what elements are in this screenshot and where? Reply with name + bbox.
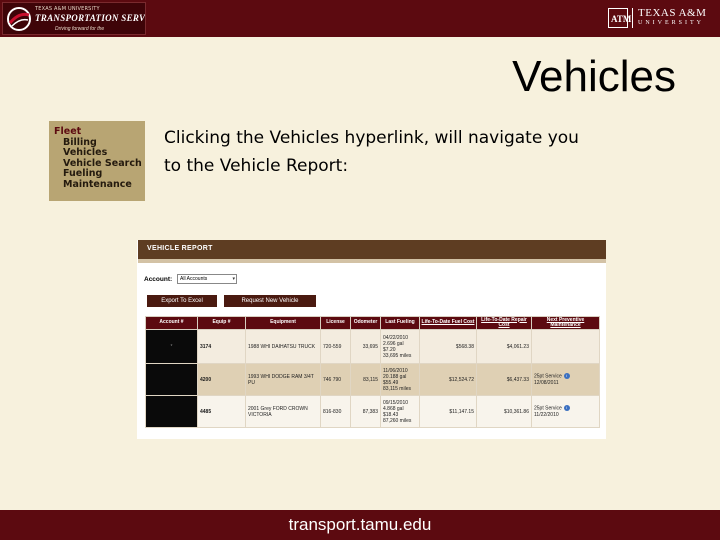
cell-account: * <box>145 329 198 364</box>
account-select-value: All Accounts <box>180 276 208 282</box>
logo-line1: TEXAS A&M UNIVERSITY <box>35 6 100 12</box>
column-header-license[interactable]: License <box>320 316 351 330</box>
export-to-excel-button[interactable]: Export To Excel <box>147 295 217 307</box>
cell-equip[interactable]: 4485 <box>197 395 246 428</box>
cell-license: 746 790 <box>320 363 351 396</box>
cell-equipment: 1988 WHI DAIHATSU TRUCK <box>245 329 321 364</box>
footer-bar: transport.tamu.edu <box>0 510 720 540</box>
cell-odometer: 83,115 <box>350 363 381 396</box>
atm-mark-icon: ATM <box>608 8 632 28</box>
cell-equipment: 2001 Grey FORD CROWN VICTORIA <box>245 395 321 428</box>
account-label-row: Account: <box>144 276 172 283</box>
logo-line3: Driving forward for the <box>55 26 105 32</box>
cell-last-fueling: 09/15/2010 4.868 gal $18.43 87,260 miles <box>380 395 420 428</box>
cell-equipment: 1993 WHI DODGE RAM 3/4T PU <box>245 363 321 396</box>
university-label: UNIVERSITY <box>638 20 704 26</box>
column-header-equipment[interactable]: Equipment <box>245 316 321 330</box>
cell-odometer: 33,695 <box>350 329 381 364</box>
pm-date: 11/22/2010 <box>534 411 559 418</box>
chevron-down-icon: ▾ <box>232 276 235 282</box>
cell-repair-total: $4,061.23 <box>476 329 532 364</box>
column-header-equip[interactable]: Equip # <box>197 316 246 330</box>
report-title: VEHICLE REPORT <box>147 245 213 252</box>
header-bar: TEXAS A&M UNIVERSITY TRANSPORTATION SERV… <box>0 0 720 37</box>
nav-item-maintenance[interactable]: Maintenance <box>54 179 145 191</box>
cell-next-pm <box>531 329 600 364</box>
next-pm-header-label: Next Preventive Maintenance <box>546 316 585 328</box>
table-row[interactable]: * 3174 1988 WHI DAIHATSU TRUCK 720-559 3… <box>145 329 600 364</box>
pm-service: 25pt Service <box>534 373 562 380</box>
footer-url[interactable]: transport.tamu.edu <box>0 515 720 535</box>
cell-fuel-total: $568.38 <box>419 329 477 364</box>
column-header-account[interactable]: Account # <box>145 316 198 330</box>
column-header-fuel-cost[interactable]: Life-To-Date Fuel Cost <box>419 316 477 330</box>
texas-am-name: TEXAS A&M <box>638 7 707 19</box>
pm-service: 25pt Service <box>534 405 562 412</box>
column-header-next-pm[interactable]: Next Preventive Maintenance <box>531 316 600 330</box>
nav-item-fueling[interactable]: Fueling <box>54 168 145 180</box>
info-icon[interactable]: i <box>563 373 570 380</box>
request-new-vehicle-button[interactable]: Request New Vehicle <box>224 295 316 307</box>
cell-license: 720-559 <box>320 329 351 364</box>
nav-menu: Fleet Billing Vehicles Vehicle Search Fu… <box>49 121 145 201</box>
cell-last-fueling: 11/06/2010 20.188 gal $55.49 83,115 mile… <box>380 363 420 396</box>
fuel-miles: 87,260 miles <box>383 417 412 424</box>
account-label: Account: <box>144 276 173 283</box>
cell-last-fueling: 04/22/2010 2.696 gal $7.20 33,695 miles <box>380 329 420 364</box>
repair-cost-header-label: Life-To-Date Repair Cost <box>481 316 527 328</box>
cell-repair-total: $10,361.86 <box>476 395 532 428</box>
cell-odometer: 87,383 <box>350 395 381 428</box>
cell-license: 816-830 <box>320 395 351 428</box>
cell-fuel-total: $11,147.15 <box>419 395 477 428</box>
column-header-odometer[interactable]: Odometer <box>350 316 381 330</box>
cell-equip[interactable]: 3174 <box>197 329 246 364</box>
cell-account <box>145 395 198 428</box>
fuel-cost-header-label: Life-To-Date Fuel Cost <box>421 319 475 326</box>
fuel-miles: 83,115 miles <box>383 385 411 392</box>
cell-fuel-total: $12,524.72 <box>419 363 477 396</box>
table-row[interactable]: 4485 2001 Grey FORD CROWN VICTORIA 816-8… <box>145 395 600 428</box>
report-header: VEHICLE REPORT <box>138 240 606 259</box>
cell-account <box>145 363 198 396</box>
description-text: Clicking the Vehicles hyperlink, will na… <box>164 128 579 176</box>
vehicle-report: VEHICLE REPORT Account: All Accounts ▾ E… <box>137 240 606 439</box>
table-header-row: Account # Equip # Equipment License Odom… <box>145 316 600 330</box>
info-icon[interactable]: i <box>563 405 570 412</box>
fuel-miles: 33,695 miles <box>383 352 412 359</box>
account-select[interactable]: All Accounts ▾ <box>177 274 237 284</box>
swoosh-logo-icon <box>7 7 31 31</box>
cell-next-pm: 25pt Service i 12/08/2011 <box>531 363 600 396</box>
pm-date: 12/08/2011 <box>534 379 559 386</box>
cell-repair-total: $6,437.33 <box>476 363 532 396</box>
page-title: Vehicles <box>512 52 676 101</box>
column-header-last-fueling[interactable]: Last Fueling <box>380 316 420 330</box>
nav-item-fleet[interactable]: Fleet <box>54 126 145 138</box>
transportation-services-logo: TEXAS A&M UNIVERSITY TRANSPORTATION SERV… <box>2 2 146 35</box>
vehicle-table: Account # Equip # Equipment License Odom… <box>145 316 600 428</box>
nav-item-vehicles[interactable]: Vehicles <box>54 147 145 159</box>
atm-mark-text: ATM <box>611 14 632 24</box>
logo-separator <box>632 8 633 28</box>
report-subheader <box>138 259 606 263</box>
column-header-repair-cost[interactable]: Life-To-Date Repair Cost <box>476 316 532 330</box>
logo-line2: TRANSPORTATION SERVICES <box>35 13 146 23</box>
table-row[interactable]: 4200 1993 WHI DODGE RAM 3/4T PU 746 790 … <box>145 363 600 396</box>
cell-equip[interactable]: 4200 <box>197 363 246 396</box>
cell-next-pm: 25pt Service i 11/22/2010 <box>531 395 600 428</box>
